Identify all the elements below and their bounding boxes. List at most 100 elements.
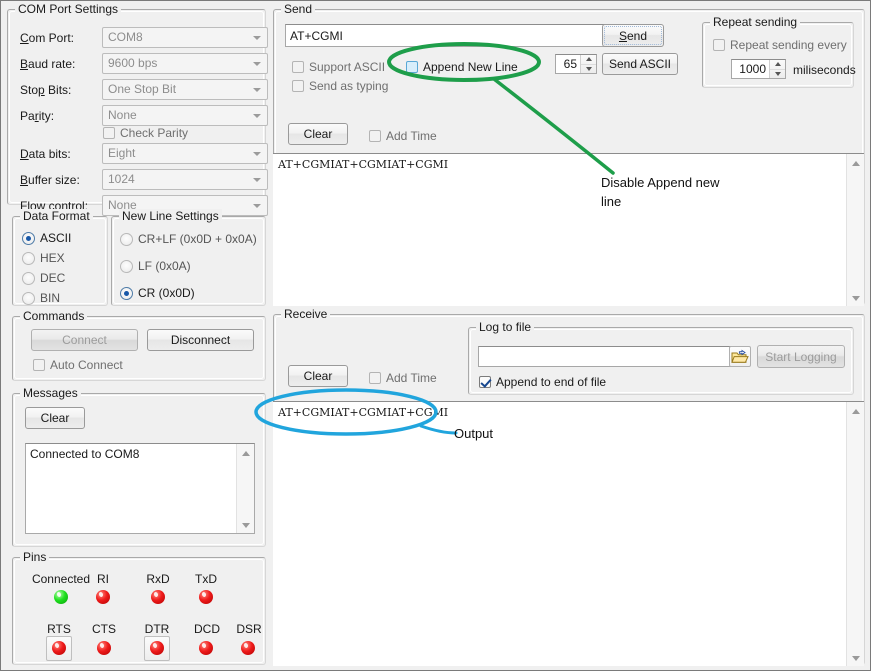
radio-newline-crlf[interactable]: CR+LF (0x0D + 0x0A) [120, 232, 257, 246]
send-clear-button[interactable]: Clear [288, 123, 348, 145]
pin-led-cts [97, 641, 111, 655]
send-add-time-label: Add Time [386, 129, 437, 143]
chevron-down-icon [253, 152, 261, 156]
com-port-select[interactable]: COM8 [102, 27, 268, 48]
label-com-port: Com Port: [20, 31, 74, 45]
radio-data-format-bin[interactable]: BIN [22, 291, 60, 305]
ascii-code-spinner[interactable]: 65 [555, 54, 597, 74]
checkbox-box [713, 39, 725, 51]
pins-title: Pins [20, 550, 49, 564]
pins-group: Pins Connected RI RxD TxD RTS CTS DTR DC… [12, 557, 266, 665]
repeat-sending-title: Repeat sending [710, 15, 800, 29]
pin-led-ri [96, 590, 110, 604]
pin-label-dcd: DCD [187, 622, 227, 636]
send-as-typing-checkbox[interactable]: Send as typing [292, 79, 388, 93]
scroll-down-icon[interactable] [237, 516, 254, 533]
data-bits-select[interactable]: Eight [102, 143, 268, 164]
support-ascii-checkbox[interactable]: Support ASCII [292, 60, 385, 74]
log-to-file-group: Log to file Start Logging Append to end … [468, 327, 854, 395]
radio-label: CR+LF (0x0D + 0x0A) [138, 232, 257, 246]
send-history-textarea[interactable]: AT+CGMIAT+CGMIAT+CGMI [273, 153, 864, 306]
messages-clear-button[interactable]: Clear [25, 407, 85, 429]
parity-select[interactable]: None [102, 105, 268, 126]
scroll-up-icon[interactable] [847, 154, 864, 171]
auto-connect-checkbox[interactable]: Auto Connect [33, 358, 123, 372]
check-parity-checkbox[interactable]: Check Parity [103, 126, 188, 140]
checkbox-box [292, 61, 304, 73]
scroll-up-icon[interactable] [237, 444, 254, 461]
spinner-arrows[interactable] [769, 60, 785, 78]
label-buffer-size: Buffer size: [20, 173, 80, 187]
commands-title: Commands [20, 309, 87, 323]
messages-log-text: Connected to COM8 [30, 447, 235, 461]
chevron-down-icon [253, 88, 261, 92]
data-bits-value: Eight [108, 146, 135, 160]
scroll-up-icon[interactable] [847, 402, 864, 419]
radio-dot [22, 272, 35, 285]
connect-button[interactable]: Connect [31, 329, 138, 351]
spinner-arrows[interactable] [580, 55, 596, 73]
repeat-unit-label: miliseconds [793, 63, 856, 77]
send-command-input[interactable]: AT+CGMI [285, 24, 605, 47]
radio-newline-cr[interactable]: CR (0x0D) [120, 286, 195, 300]
append-to-end-checkbox[interactable]: Append to end of file [479, 375, 606, 389]
parity-value: None [108, 108, 137, 122]
repeat-sending-checkbox[interactable]: Repeat sending every [713, 38, 847, 52]
spinner-up-icon[interactable] [581, 55, 596, 65]
baud-rate-select[interactable]: 9600 bps [102, 53, 268, 74]
radio-dot [120, 233, 133, 246]
receive-output-scrollbar[interactable] [846, 402, 864, 666]
pin-led-dtr [150, 641, 164, 655]
receive-output-textarea[interactable]: AT+CGMIAT+CGMIAT+CGMI [273, 401, 864, 666]
radio-label: HEX [40, 251, 65, 265]
send-add-time-checkbox[interactable]: Add Time [369, 129, 437, 143]
focus-ring: Send [604, 26, 662, 45]
pin-led-rxd [151, 590, 165, 604]
receive-add-time-label: Add Time [386, 371, 437, 385]
radio-label: BIN [40, 291, 60, 305]
auto-connect-label: Auto Connect [50, 358, 123, 372]
send-clear-label: Clear [289, 124, 347, 144]
scroll-down-icon[interactable] [847, 289, 864, 306]
radio-label: CR (0x0D) [138, 286, 195, 300]
log-to-file-browse-button[interactable] [729, 346, 751, 367]
checkbox-box [33, 359, 45, 371]
repeat-interval-spinner[interactable]: 1000 [731, 59, 786, 79]
repeat-interval-value: 1000 [732, 62, 769, 76]
append-new-line-checkbox[interactable]: Append New Line [406, 60, 518, 74]
send-history-scrollbar[interactable] [846, 154, 864, 306]
spinner-down-icon[interactable] [581, 65, 596, 74]
append-to-end-label: Append to end of file [496, 375, 606, 389]
buffer-size-select[interactable]: 1024 [102, 169, 268, 190]
stop-bits-select[interactable]: One Stop Bit [102, 79, 268, 100]
new-line-settings-group: New Line Settings CR+LF (0x0D + 0x0A) LF… [111, 216, 266, 306]
data-format-title: Data Format [20, 209, 93, 223]
messages-title: Messages [20, 386, 81, 400]
pin-led-dsr [241, 641, 255, 655]
disconnect-button-label: Disconnect [148, 330, 253, 350]
folder-open-icon [731, 349, 749, 366]
disconnect-button[interactable]: Disconnect [147, 329, 254, 351]
radio-dot [22, 292, 35, 305]
radio-data-format-ascii[interactable]: ASCII [22, 231, 71, 245]
radio-data-format-dec[interactable]: DEC [22, 271, 65, 285]
radio-newline-lf[interactable]: LF (0x0A) [120, 259, 191, 273]
receive-clear-button[interactable]: Clear [288, 365, 348, 387]
radio-data-format-hex[interactable]: HEX [22, 251, 65, 265]
send-ascii-button[interactable]: Send ASCII [602, 53, 678, 75]
pin-label-dsr: DSR [229, 622, 269, 636]
messages-log-textarea[interactable]: Connected to COM8 [25, 443, 255, 534]
log-to-file-input[interactable] [478, 346, 746, 367]
send-button-label: Send [605, 27, 661, 44]
ascii-code-value: 65 [556, 57, 580, 71]
receive-add-time-checkbox[interactable]: Add Time [369, 371, 437, 385]
send-button[interactable]: Send [602, 24, 664, 47]
scroll-down-icon[interactable] [847, 649, 864, 666]
green-annotation-text: Disable Append new line [601, 173, 761, 211]
spinner-up-icon[interactable] [770, 60, 785, 70]
radio-dot [22, 252, 35, 265]
spinner-down-icon[interactable] [770, 70, 785, 79]
messages-scrollbar[interactable] [236, 444, 254, 533]
start-logging-button[interactable]: Start Logging [757, 345, 845, 368]
send-history-text: AT+CGMIAT+CGMIAT+CGMI [278, 158, 845, 171]
